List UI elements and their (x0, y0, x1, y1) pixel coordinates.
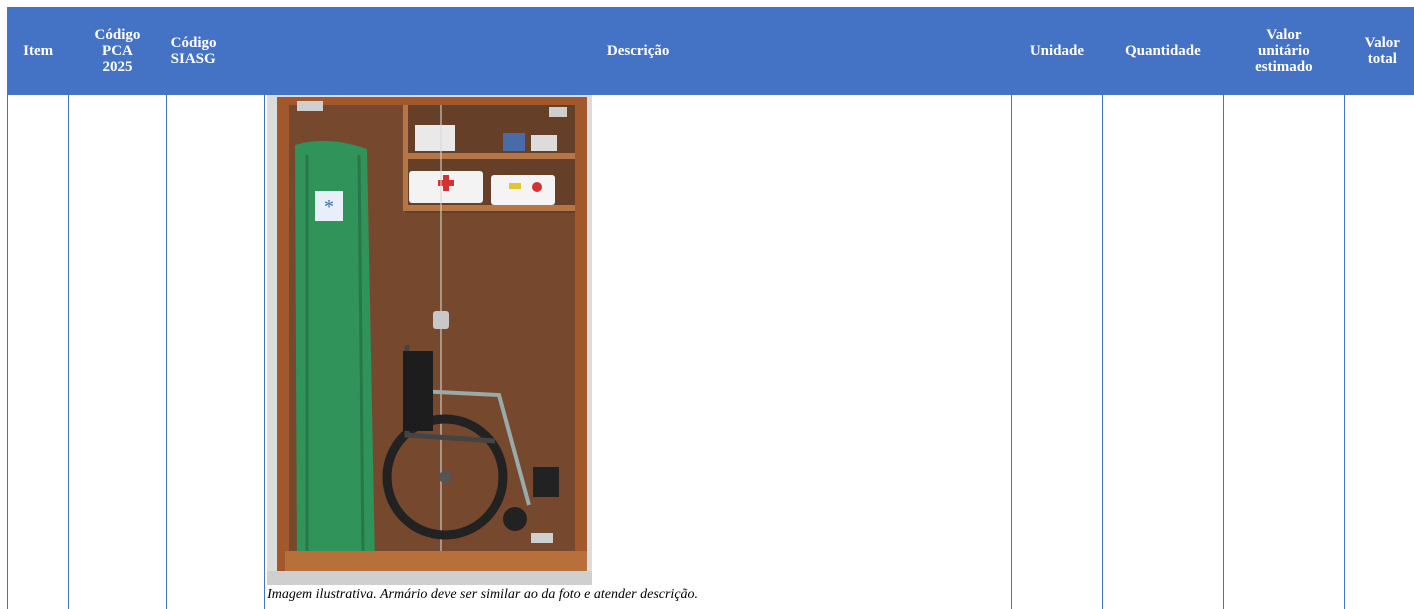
cabinet-photo: * (267, 95, 592, 585)
header-quantidade: Quantidade (1102, 8, 1224, 95)
cell-descricao: * (265, 95, 1012, 609)
cell-codigo-pca (69, 95, 166, 609)
header-unidade-label: Unidade (1030, 43, 1084, 59)
cell-valor-total (1344, 95, 1414, 609)
header-descricao-label: Descrição (607, 43, 669, 59)
table-row: * (8, 95, 1414, 609)
header-quantidade-label: Quantidade (1125, 43, 1201, 59)
cell-codigo-siasg (166, 95, 264, 609)
image-caption: Imagem ilustrativa. Armário deve ser sim… (267, 587, 1011, 603)
header-codigo-pca: Código PCA 2025 (69, 8, 166, 95)
header-codigo-siasg-line1: Código (171, 35, 260, 51)
header-unidade: Unidade (1012, 8, 1102, 95)
header-codigo-pca-line3: 2025 (73, 59, 161, 75)
header-valor-unitario-line1: Valor (1228, 27, 1340, 43)
header-codigo-pca-line1: Código (73, 27, 161, 43)
header-codigo-siasg: Código SIASG (166, 8, 264, 95)
header-descricao: Descrição (265, 8, 1012, 95)
header-valor-unitario-line2: unitário (1228, 43, 1340, 59)
cell-item (8, 95, 69, 609)
header-item: Item (8, 8, 69, 95)
cell-valor-unitario (1224, 95, 1345, 609)
items-table: Item Código PCA 2025 Código SIASG Descri… (7, 7, 1414, 609)
header-valor-total-line1: Valor (1349, 35, 1414, 51)
cell-quantidade (1102, 95, 1224, 609)
header-valor-unitario-line3: estimado (1228, 59, 1340, 75)
header-item-label: Item (23, 43, 53, 59)
header-valor-total: Valor total (1344, 8, 1414, 95)
header-codigo-pca-line2: PCA (73, 43, 161, 59)
header-codigo-siasg-line2: SIASG (171, 51, 260, 67)
header-valor-total-line2: total (1349, 51, 1414, 67)
cell-unidade (1012, 95, 1102, 609)
header-row: Item Código PCA 2025 Código SIASG Descri… (8, 8, 1414, 95)
header-valor-unitario: Valor unitário estimado (1224, 8, 1345, 95)
